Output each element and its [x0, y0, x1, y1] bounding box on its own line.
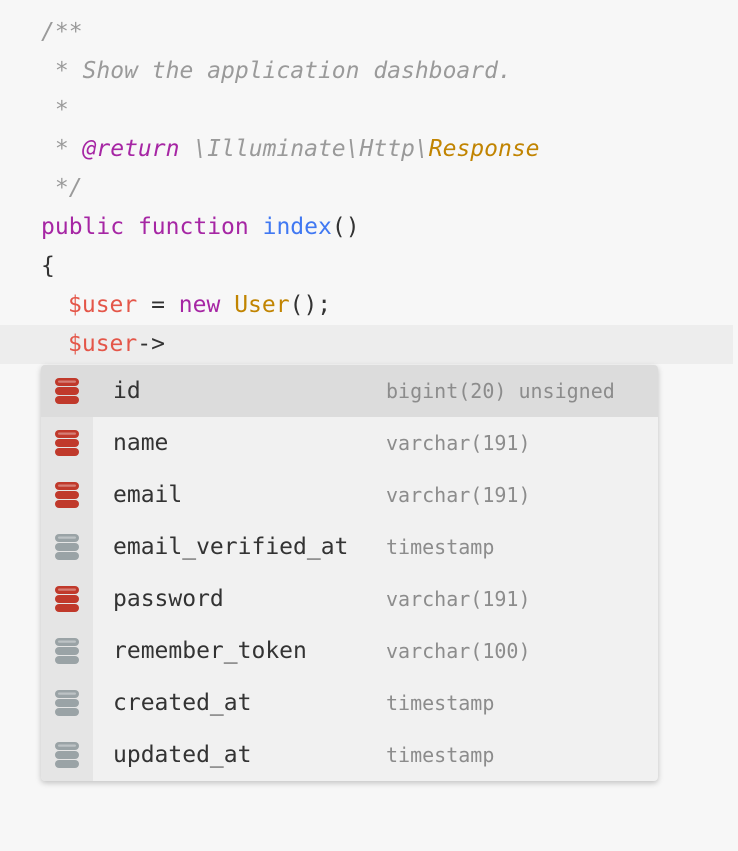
code-line-4: * @return \Illuminate\Http\Response [41, 130, 540, 169]
column-name: name [113, 430, 169, 456]
keyword-public: public [41, 214, 125, 240]
database-gray-icon [54, 740, 80, 770]
keyword-function: function [137, 214, 249, 240]
column-name: remember_token [113, 638, 307, 664]
assign-operator: = [137, 292, 179, 318]
doc-comment-open: /** [41, 19, 83, 45]
autocomplete-item[interactable]: name varchar(191) [41, 417, 658, 469]
autocomplete-item[interactable]: updated_at timestamp [41, 729, 658, 781]
autocomplete-item[interactable]: email varchar(191) [41, 469, 658, 521]
function-parens: () [331, 214, 360, 240]
database-gray-icon [54, 532, 80, 562]
brace-open: { [41, 253, 55, 279]
autocomplete-item[interactable]: id bigint(20) unsigned [41, 365, 658, 417]
column-name: updated_at [113, 742, 252, 768]
autocomplete-item[interactable]: email_verified_at timestamp [41, 521, 658, 573]
column-type: varchar(191) [386, 431, 531, 455]
autocomplete-popup[interactable]: id bigint(20) unsigned name varchar(191) ema… [41, 365, 658, 781]
database-gray-icon [54, 636, 80, 666]
keyword-new: new [178, 292, 221, 318]
column-type: varchar(191) [386, 587, 531, 611]
database-gray-icon [54, 688, 80, 718]
column-type: bigint(20) unsigned [386, 379, 615, 403]
database-red-icon [54, 584, 80, 614]
autocomplete-item[interactable]: remember_token varchar(100) [41, 625, 658, 677]
column-name: id [113, 378, 141, 404]
code-line-8: $user = new User(); [68, 286, 331, 325]
code-line-1: /** [41, 13, 83, 52]
doc-return-namespace: \Illuminate\Http\ [179, 136, 429, 162]
column-type: timestamp [386, 535, 495, 559]
variable-user: $user [68, 292, 138, 318]
code-editor[interactable]: /** * Show the application dashboard. * … [0, 0, 738, 851]
column-type: timestamp [386, 743, 495, 767]
column-type: varchar(191) [386, 483, 531, 507]
code-line-6: public function index() [41, 208, 360, 247]
column-name: email [113, 482, 183, 508]
database-red-icon [54, 376, 80, 406]
column-name: email_verified_at [113, 534, 349, 560]
column-name: password [113, 586, 224, 612]
doc-comment-blank: * [41, 97, 69, 123]
doc-comment-close: */ [41, 175, 83, 201]
class-user: User [234, 292, 290, 318]
code-line-9[interactable]: $user-> [68, 325, 165, 364]
database-red-icon [54, 428, 80, 458]
function-name: index [262, 214, 332, 240]
doc-comment-star: * [41, 136, 83, 162]
doc-comment-summary: * Show the application dashboard. [41, 58, 512, 84]
code-line-7: { [41, 247, 55, 286]
column-type: varchar(100) [386, 639, 531, 663]
code-line-2: * Show the application dashboard. [41, 52, 512, 91]
column-type: timestamp [386, 691, 495, 715]
autocomplete-item[interactable]: password varchar(191) [41, 573, 658, 625]
variable-user-current: $user [68, 331, 138, 357]
doc-return-type: Response [428, 136, 540, 162]
call-end: (); [289, 292, 332, 318]
autocomplete-item[interactable]: created_at timestamp [41, 677, 658, 729]
column-name: created_at [113, 690, 252, 716]
doc-return-tag: @return [82, 136, 180, 162]
code-line-5: */ [41, 169, 83, 208]
code-line-3: * [41, 91, 69, 130]
database-red-icon [54, 480, 80, 510]
object-arrow: -> [137, 331, 165, 357]
